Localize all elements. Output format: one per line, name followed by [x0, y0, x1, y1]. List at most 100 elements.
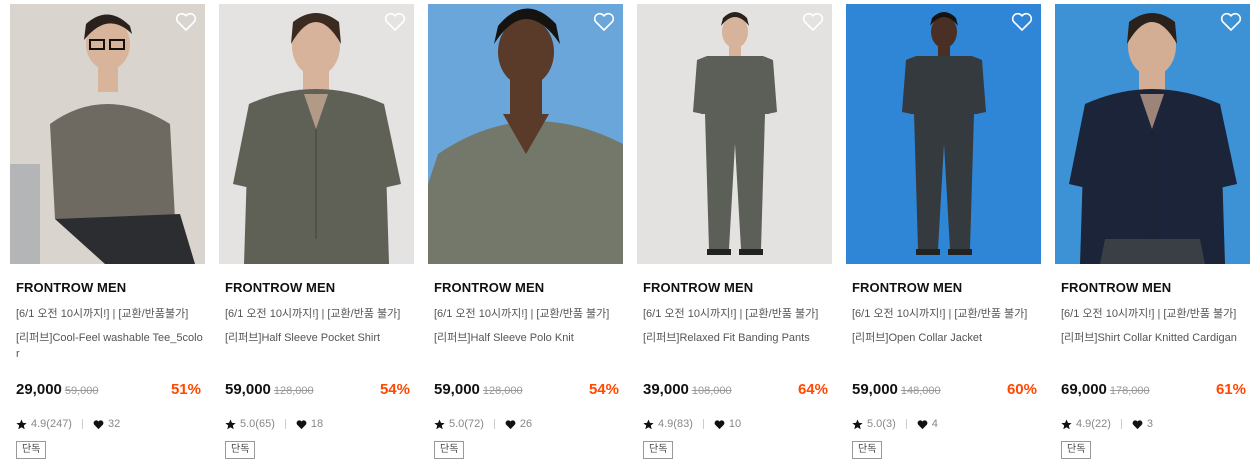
wishlist-heart-icon[interactable] [1011, 12, 1033, 32]
star-icon [643, 418, 654, 430]
original-price: 178,000 [1109, 385, 1150, 397]
divider [284, 419, 286, 429]
exclusive-badge: 단독 [434, 441, 465, 459]
likes-count: 18 [310, 418, 324, 430]
product-image[interactable] [1055, 4, 1250, 264]
divider [1120, 419, 1122, 429]
review-meta: 4.9(83) 10 [643, 416, 741, 432]
star-icon [1061, 418, 1072, 430]
product-image[interactable] [637, 4, 832, 264]
star-icon [434, 418, 445, 430]
divider [702, 419, 704, 429]
likes-count: 10 [728, 418, 742, 430]
divider [905, 419, 907, 429]
star-icon [225, 418, 236, 430]
discount-rate: 64% [797, 381, 828, 398]
product-card[interactable]: FRONTROW MEN [6/1 오전 10시까지!] | [교환/반품 불가]… [1055, 4, 1250, 472]
exclusive-badge: 단독 [225, 441, 256, 459]
product-card[interactable]: FRONTROW MEN [6/1 오전 10시까지!] | [교환/반품 불가]… [846, 4, 1041, 472]
brand-name[interactable]: FRONTROW MEN [643, 280, 753, 295]
product-name[interactable]: [리퍼브]Cool-Feel washable Tee_5color [16, 330, 206, 362]
exclusive-badge: 단독 [643, 441, 674, 459]
discount-rate: 54% [379, 381, 410, 398]
brand-name[interactable]: FRONTROW MEN [852, 280, 962, 295]
sale-price: 59,000 [852, 381, 898, 398]
discount-rate: 60% [1006, 381, 1037, 398]
heart-icon [505, 419, 516, 430]
product-card[interactable]: FRONTROW MEN [6/1 오전 10시까지!] | [교환/반품불가] [… [10, 4, 205, 472]
rating-text: 5.0(65) [240, 418, 275, 430]
rating-text: 5.0(72) [449, 418, 484, 430]
likes-count: 4 [931, 418, 938, 430]
product-grid: FRONTROW MEN [6/1 오전 10시까지!] | [교환/반품불가] [… [10, 4, 1256, 472]
product-image[interactable] [10, 4, 205, 264]
promo-text: [6/1 오전 10시까지!] | [교환/반품불가] [16, 308, 189, 320]
brand-name[interactable]: FRONTROW MEN [1061, 280, 1171, 295]
brand-name[interactable]: FRONTROW MEN [16, 280, 126, 295]
likes-count: 26 [519, 418, 533, 430]
star-icon [16, 418, 27, 430]
product-image[interactable] [428, 4, 623, 264]
price-row: 59,000 128,000 54% [225, 381, 410, 401]
star-icon [852, 418, 863, 430]
sale-price: 59,000 [434, 381, 480, 398]
exclusive-badge: 단독 [852, 441, 883, 459]
price-row: 59,000 128,000 54% [434, 381, 619, 401]
rating-text: 4.9(83) [658, 418, 693, 430]
wishlist-heart-icon[interactable] [802, 12, 824, 32]
brand-name[interactable]: FRONTROW MEN [434, 280, 544, 295]
product-name[interactable]: [리퍼브]Relaxed Fit Banding Pants [643, 330, 833, 346]
product-card[interactable]: FRONTROW MEN [6/1 오전 10시까지!] | [교환/반품 불가]… [428, 4, 623, 472]
review-meta: 4.9(22) 3 [1061, 416, 1153, 432]
brand-name[interactable]: FRONTROW MEN [225, 280, 335, 295]
rating-text: 5.0(3) [867, 418, 896, 430]
product-name[interactable]: [리퍼브]Open Collar Jacket [852, 330, 1042, 346]
rating-text: 4.9(247) [31, 418, 72, 430]
review-meta: 5.0(3) 4 [852, 416, 938, 432]
discount-rate: 54% [588, 381, 619, 398]
discount-rate: 61% [1215, 381, 1246, 398]
product-card[interactable]: FRONTROW MEN [6/1 오전 10시까지!] | [교환/반품 불가]… [637, 4, 832, 472]
original-price: 59,000 [64, 385, 99, 397]
divider [81, 419, 83, 429]
heart-icon [93, 419, 104, 430]
wishlist-heart-icon[interactable] [384, 12, 406, 32]
product-name[interactable]: [리퍼브]Half Sleeve Polo Knit [434, 330, 624, 346]
sale-price: 69,000 [1061, 381, 1107, 398]
review-meta: 5.0(72) 26 [434, 416, 532, 432]
heart-icon [296, 419, 307, 430]
rating-text: 4.9(22) [1076, 418, 1111, 430]
promo-text: [6/1 오전 10시까지!] | [교환/반품 불가] [1061, 308, 1237, 320]
product-image[interactable] [846, 4, 1041, 264]
product-name[interactable]: [리퍼브]Shirt Collar Knitted Cardigan [1061, 330, 1251, 346]
exclusive-badge: 단독 [16, 441, 47, 459]
divider [493, 419, 495, 429]
review-meta: 4.9(247) 32 [16, 416, 120, 432]
product-image[interactable] [219, 4, 414, 264]
discount-rate: 51% [170, 381, 201, 398]
heart-icon [714, 419, 725, 430]
likes-count: 3 [1146, 418, 1153, 430]
promo-text: [6/1 오전 10시까지!] | [교환/반품 불가] [225, 308, 401, 320]
wishlist-heart-icon[interactable] [175, 12, 197, 32]
promo-text: [6/1 오전 10시까지!] | [교환/반품 불가] [643, 308, 819, 320]
product-name[interactable]: [리퍼브]Half Sleeve Pocket Shirt [225, 330, 415, 346]
wishlist-heart-icon[interactable] [593, 12, 615, 32]
heart-icon [917, 419, 928, 430]
price-row: 59,000 148,000 60% [852, 381, 1037, 401]
price-row: 69,000 178,000 61% [1061, 381, 1246, 401]
exclusive-badge: 단독 [1061, 441, 1092, 459]
review-meta: 5.0(65) 18 [225, 416, 323, 432]
sale-price: 39,000 [643, 381, 689, 398]
original-price: 128,000 [482, 385, 523, 397]
original-price: 148,000 [900, 385, 941, 397]
price-row: 29,000 59,000 51% [16, 381, 201, 401]
sale-price: 29,000 [16, 381, 62, 398]
price-row: 39,000 108,000 64% [643, 381, 828, 401]
likes-count: 32 [107, 418, 121, 430]
original-price: 108,000 [691, 385, 732, 397]
wishlist-heart-icon[interactable] [1220, 12, 1242, 32]
product-card[interactable]: FRONTROW MEN [6/1 오전 10시까지!] | [교환/반품 불가]… [219, 4, 414, 472]
promo-text: [6/1 오전 10시까지!] | [교환/반품 불가] [434, 308, 610, 320]
promo-text: [6/1 오전 10시까지!] | [교환/반품 불가] [852, 308, 1028, 320]
